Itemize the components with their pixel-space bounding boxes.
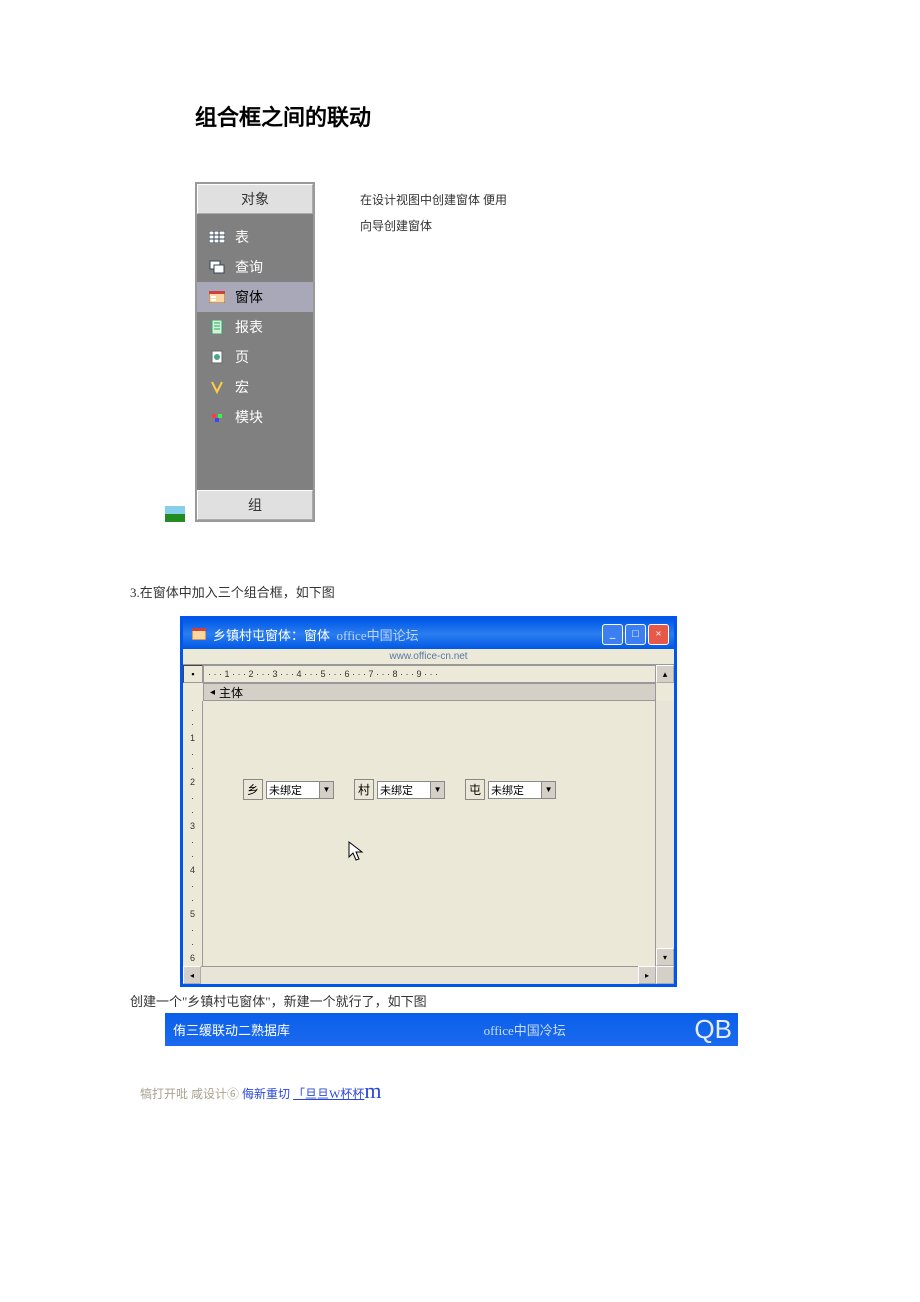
nav-item-form[interactable]: 窗体 (197, 282, 313, 312)
module-icon (209, 410, 225, 424)
side-instructions: 在设计视图中创建窗体 便用 向导创建窗体 (360, 182, 507, 240)
thumbnail-icon (165, 506, 185, 522)
scroll-down-button[interactable]: ▾ (656, 948, 674, 966)
combo-group-hamlet: 屯 未绑定 ▼ (465, 779, 556, 800)
maximize-button[interactable]: □ (625, 624, 646, 645)
page-title: 组合框之间的联动 (195, 100, 790, 132)
caption-text: 创建一个"乡镇村屯窗体"，新建一个就行了，如下图 (130, 991, 790, 1010)
section-header-bar[interactable]: ◂ 主体 (203, 683, 656, 701)
design-area: ··1 ··2 ··3 ··4 ··5 ··6 乡 未绑定 ▼ (183, 701, 674, 966)
blue-bar-right-text: QB (694, 1014, 738, 1045)
chevron-down-icon[interactable]: ▼ (541, 782, 555, 798)
section-nav-panel: 对象 表 查询 窗体 报表 (165, 182, 790, 522)
nav-item-label: 页 (235, 347, 249, 367)
nav-item-label: 宏 (235, 377, 249, 397)
nav-item-module[interactable]: 模块 (197, 402, 313, 432)
minimize-button[interactable]: _ (602, 624, 623, 645)
blue-bar-mid-text: office中国冷坛 (355, 1020, 694, 1039)
side-text-line: 向导创建窗体 (360, 213, 507, 239)
horizontal-scrollbar[interactable]: ◂ ▸ (183, 966, 674, 984)
combo-value: 未绑定 (378, 782, 430, 798)
section-label: 主体 (219, 684, 243, 701)
combo-group-village: 村 未绑定 ▼ (354, 779, 445, 800)
nav-item-macro[interactable]: 宏 (197, 372, 313, 402)
blue-bar-left-text: 侑三缓联动二熟据库 (165, 1020, 355, 1039)
chevron-down-icon[interactable]: ▼ (319, 782, 333, 798)
nav-item-label: 表 (235, 227, 249, 247)
scroll-corner (656, 966, 674, 984)
section-arrow-icon: ◂ (210, 687, 215, 698)
combo-township[interactable]: 未绑定 ▼ (266, 781, 334, 799)
macro-icon (209, 380, 225, 394)
nav-items-list: 表 查询 窗体 报表 页 (197, 214, 313, 490)
side-text-line: 在设计视图中创建窗体 便用 (360, 187, 507, 213)
scroll-right-button[interactable]: ▸ (638, 966, 656, 984)
combo-label[interactable]: 乡 (243, 779, 263, 800)
nav-item-table[interactable]: 表 (197, 222, 313, 252)
table-icon (209, 230, 225, 244)
nav-item-query[interactable]: 查询 (197, 252, 313, 282)
window-buttons: _ □ × (602, 624, 669, 645)
footer-text: 犒打开吡 咸设计⑥ 侮新重切 「旦旦W杯杯m (140, 1078, 790, 1104)
chevron-down-icon[interactable]: ▼ (430, 782, 444, 798)
form-designer-window: 乡镇村屯窗体：窗体 office中国论坛 _ □ × www.office-cn… (180, 616, 677, 987)
combo-value: 未绑定 (267, 782, 319, 798)
window-title: 乡镇村屯窗体：窗体 office中国论坛 (213, 625, 592, 644)
form-icon (209, 290, 225, 304)
nav-footer[interactable]: 组 (197, 490, 313, 520)
nav-item-report[interactable]: 报表 (197, 312, 313, 342)
combo-row: 乡 未绑定 ▼ 村 未绑定 ▼ 屯 (243, 779, 556, 800)
page-icon (209, 350, 225, 364)
combo-label[interactable]: 村 (354, 779, 374, 800)
cursor-icon (348, 841, 366, 868)
horizontal-ruler[interactable]: · · · 1 · · · 2 · · · 3 · · · 4 · · · 5 … (203, 665, 656, 683)
nav-item-label: 报表 (235, 317, 263, 337)
vertical-ruler[interactable]: ··1 ··2 ··3 ··4 ··5 ··6 (183, 701, 203, 966)
design-canvas[interactable]: 乡 未绑定 ▼ 村 未绑定 ▼ 屯 (203, 701, 656, 966)
combo-value: 未绑定 (489, 782, 541, 798)
blue-title-bar: 侑三缓联动二熟据库 office中国冷坛 QB (165, 1013, 738, 1046)
combo-village[interactable]: 未绑定 ▼ (377, 781, 445, 799)
step-3-text: 3.在窗体中加入三个组合框，如下图 (130, 582, 790, 601)
scroll-left-button[interactable]: ◂ (183, 966, 201, 984)
report-icon (209, 320, 225, 334)
nav-item-label: 查询 (235, 257, 263, 277)
combo-label[interactable]: 屯 (465, 779, 485, 800)
combo-group-township: 乡 未绑定 ▼ (243, 779, 334, 800)
combo-hamlet[interactable]: 未绑定 ▼ (488, 781, 556, 799)
window-titlebar[interactable]: 乡镇村屯窗体：窗体 office中国论坛 _ □ × (183, 619, 674, 649)
vertical-scrollbar[interactable]: ▾ (656, 701, 674, 966)
scroll-up-button[interactable]: ▴ (656, 665, 674, 683)
nav-item-label: 模块 (235, 407, 263, 427)
nav-item-page[interactable]: 页 (197, 342, 313, 372)
objects-nav-panel: 对象 表 查询 窗体 报表 (195, 182, 315, 522)
ruler-row: ▪ · · · 1 · · · 2 · · · 3 · · · 4 · · · … (183, 665, 674, 683)
form-icon (191, 626, 207, 642)
query-icon (209, 260, 225, 274)
subheader-url: www.office-cn.net (183, 649, 674, 665)
nav-header[interactable]: 对象 (197, 184, 313, 214)
close-button[interactable]: × (648, 624, 669, 645)
nav-item-label: 窗体 (235, 287, 263, 307)
ruler-corner[interactable]: ▪ (183, 665, 203, 683)
